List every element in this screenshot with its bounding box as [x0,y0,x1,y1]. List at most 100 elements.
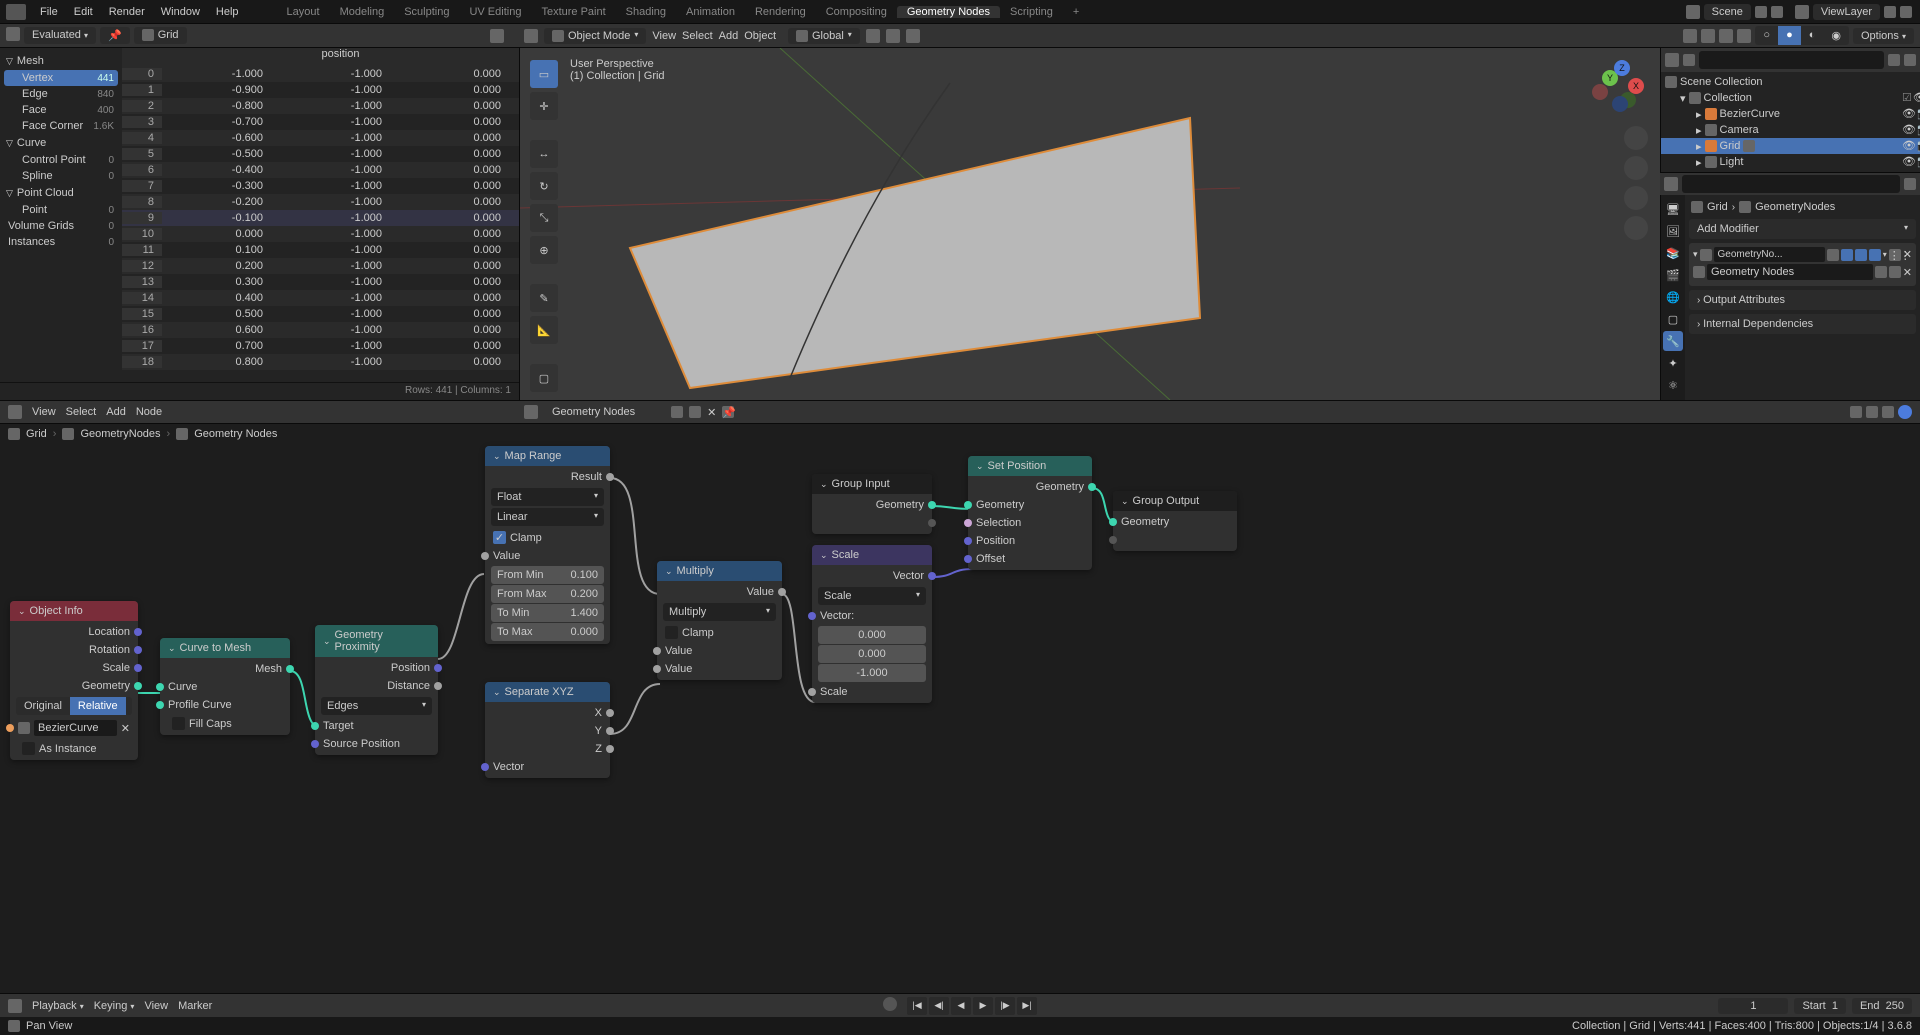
tree-face[interactable]: Face400 [4,102,118,118]
start-frame[interactable]: Start 1 [1794,998,1845,1014]
tab-sculpting[interactable]: Sculpting [394,6,459,18]
viewlayer-field[interactable]: ViewLayer [1813,4,1880,20]
scale-op[interactable]: Scale▾ [818,587,926,605]
tl-view[interactable]: View [144,1000,168,1012]
propedit-icon[interactable] [906,29,920,43]
outl-collection[interactable]: ▾ Collection☑👁📷 [1661,90,1920,106]
ptab-physics-icon[interactable]: ⚛ [1663,375,1683,395]
ptab-modifier-icon[interactable]: 🔧 [1663,331,1683,351]
tool-scale-icon[interactable]: ⤡ [530,204,558,232]
jump-prevkey-icon[interactable]: ◀| [929,997,949,1015]
maprange-interp[interactable]: Linear▾ [491,508,604,526]
node-separate-xyz[interactable]: ⌄Separate XYZ X Y Z Vector [485,682,610,778]
shading-solid-icon[interactable]: ● [1778,26,1801,45]
outliner-search[interactable] [1699,51,1884,69]
outliner-new-icon[interactable] [1904,54,1916,66]
tool-addcube-icon[interactable]: ▢ [530,364,558,392]
grid-row[interactable]: 4-0.600-1.0000.000 [122,130,519,146]
node-curve-to-mesh[interactable]: ⌄Curve to Mesh Mesh Curve Profile Curve … [160,638,290,735]
viewport-3d[interactable]: User Perspective (1) Collection | Grid ▭… [520,48,1660,400]
tree-mesh[interactable]: ▽Mesh [4,52,118,70]
tl-playback[interactable]: Playback ▾ [32,1000,84,1012]
grid-row[interactable]: 2-0.800-1.0000.000 [122,98,519,114]
tool-rotate-icon[interactable]: ↻ [530,172,558,200]
ptab-scene-icon[interactable]: 🎬 [1663,265,1683,285]
add-modifier-button[interactable]: Add Modifier▾ [1689,219,1916,239]
v3d-object[interactable]: Object [744,30,776,42]
timeline-type-icon[interactable] [8,999,22,1013]
grid-row[interactable]: 8-0.200-1.0000.000 [122,194,519,210]
tree-ctrlpt[interactable]: Control Point0 [4,152,118,168]
shading-wire-icon[interactable]: ○ [1755,26,1778,45]
scene-del-icon[interactable] [1771,6,1783,18]
tab-add[interactable]: + [1063,6,1089,18]
tree-vertex[interactable]: Vertex441 [4,70,118,86]
tab-compositing[interactable]: Compositing [816,6,897,18]
v3d-select[interactable]: Select [682,30,713,42]
ptab-particles-icon[interactable]: ✦ [1663,353,1683,373]
tree-corner[interactable]: Face Corner1.6K [4,118,118,134]
tree-volgrids[interactable]: Volume Grids0 [4,218,118,234]
nodetree-field[interactable]: Geometry Nodes [1707,264,1873,280]
play-rev-icon[interactable]: ◀ [951,997,971,1015]
ptab-object-icon[interactable]: ▢ [1663,309,1683,329]
tree-spline[interactable]: Spline0 [4,168,118,184]
outliner-mode-icon[interactable] [1683,54,1695,66]
props-type-icon[interactable] [1664,177,1678,191]
props-search[interactable] [1682,175,1900,193]
v3d-add[interactable]: Add [719,30,739,42]
pivot-icon[interactable] [866,29,880,43]
grid-row[interactable]: 9-0.100-1.0000.000 [122,210,519,226]
scale-y[interactable]: 0.000 [818,645,926,663]
tool-transform-icon[interactable]: ⊕ [530,236,558,264]
viewlayer-new-icon[interactable] [1884,6,1896,18]
maprange-tomin[interactable]: To Min1.400 [491,604,604,622]
objinfo-relative[interactable]: Relative [70,697,126,715]
nodetree-new-btn-icon[interactable] [689,406,701,418]
node-geometry-proximity[interactable]: ⌄Geometry Proximity Position Distance Ed… [315,625,438,755]
mod-extra-icon[interactable]: ⋮⋮ [1889,249,1901,261]
grid-row[interactable]: 130.300-1.0000.000 [122,274,519,290]
ne-select[interactable]: Select [66,406,97,418]
filter-icon[interactable] [490,29,504,43]
tree-inst[interactable]: Instances0 [4,234,118,250]
mod-edit-icon[interactable] [1869,249,1881,261]
ne-opt2-icon[interactable] [1866,406,1878,418]
grid-row[interactable]: 160.600-1.0000.000 [122,322,519,338]
pan-icon[interactable] [1624,156,1648,180]
objinfo-object-field[interactable]: BezierCurve [34,720,117,736]
multiply-clamp[interactable]: Clamp [657,623,782,642]
ptab-world-icon[interactable]: 🌐 [1663,287,1683,307]
jump-end-icon[interactable]: ▶| [1017,997,1037,1015]
mod-realtime-icon[interactable] [1841,249,1853,261]
grid-row[interactable]: 100.000-1.0000.000 [122,226,519,242]
orientation-dropdown[interactable]: Global ▾ [788,28,860,44]
mod-render-icon[interactable] [1855,249,1867,261]
ptab-output-icon[interactable]: 🖼 [1663,221,1683,241]
maprange-clamp[interactable]: ✓Clamp [485,528,610,547]
gprox-mode[interactable]: Edges▾ [321,697,432,715]
grid-row[interactable]: 0-1.000-1.0000.000 [122,66,519,82]
spreadsheet-type-icon[interactable] [6,27,20,41]
tree-ptcloud[interactable]: ▽Point Cloud [4,184,118,202]
node-multiply[interactable]: ⌄Multiply Value Multiply▾ Clamp Value Va… [657,561,782,680]
maprange-frommax[interactable]: From Max0.200 [491,585,604,603]
nodetree-picker-icon[interactable] [524,405,538,419]
tl-marker[interactable]: Marker [178,1000,212,1012]
outl-camera[interactable]: ▸ Camera👁📷 [1661,122,1920,138]
grid-row[interactable]: 180.800-1.0000.000 [122,354,519,370]
persp-ortho-icon[interactable] [1624,216,1648,240]
camera-view-icon[interactable] [1624,186,1648,210]
objinfo-original[interactable]: Original [16,697,70,715]
grid-row[interactable]: 3-0.700-1.0000.000 [122,114,519,130]
internal-deps-panel[interactable]: › Internal Dependencies [1689,314,1916,334]
ne-opt1-icon[interactable] [1850,406,1862,418]
tree-point[interactable]: Point0 [4,202,118,218]
tl-keying[interactable]: Keying ▾ [94,1000,135,1012]
menu-window[interactable]: Window [153,0,208,24]
fake-user-icon[interactable] [671,406,683,418]
sheet-pin-icon[interactable]: 📌 [100,27,130,44]
node-map-range[interactable]: ⌄Map Range Result Float▾ Linear▾ ✓Clamp … [485,446,610,644]
tool-move-icon[interactable]: ↔ [530,140,558,168]
tab-animation[interactable]: Animation [676,6,745,18]
